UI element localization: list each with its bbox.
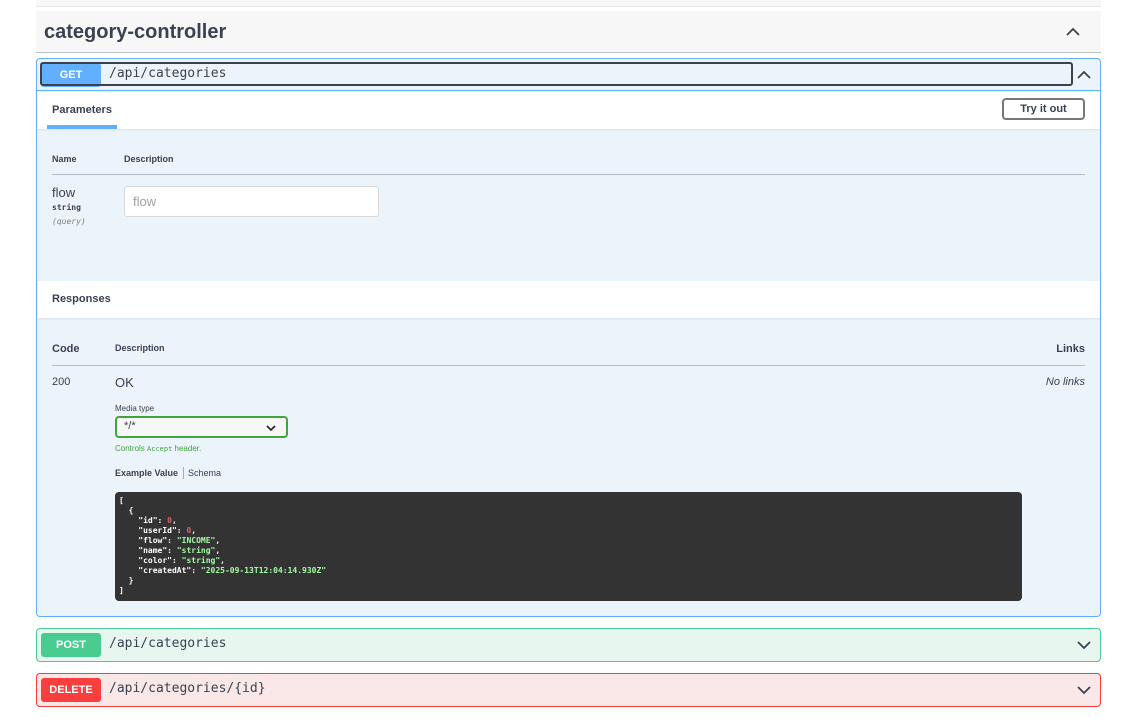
- media-type-select[interactable]: */*: [115, 416, 288, 438]
- responses-header: Responses: [37, 281, 1100, 318]
- parameter-name: flow: [52, 185, 76, 200]
- tab-separator: [183, 467, 184, 479]
- column-header-description: Description: [115, 343, 165, 353]
- response-code: 200: [52, 376, 71, 388]
- response-links: No links: [1045, 376, 1085, 388]
- chevron-up-icon[interactable]: [1074, 65, 1094, 85]
- tab-schema[interactable]: Schema: [188, 468, 221, 478]
- json-field-line: "flow": "INCOME",: [138, 536, 221, 545]
- media-type-value: */*: [124, 420, 136, 432]
- operation-post-categories[interactable]: POST /api/categories: [36, 628, 1101, 662]
- divider: [52, 365, 1085, 366]
- method-badge-post: POST: [41, 633, 101, 657]
- operation-path: /api/categories/{id}: [109, 681, 266, 696]
- responses-title: Responses: [52, 293, 111, 305]
- method-badge-delete: DELETE: [41, 678, 101, 702]
- column-header-code: Code: [52, 343, 80, 355]
- media-type-label: Media type: [115, 404, 155, 413]
- json-field-line: "createdAt": "2025-09-13T12:04:14.930Z": [138, 566, 327, 575]
- response-description: OK: [115, 375, 134, 390]
- tab-active-indicator: [47, 125, 117, 129]
- divider: [52, 174, 1085, 175]
- operation-delete-category[interactable]: DELETE /api/categories/{id}: [36, 673, 1101, 707]
- previous-section-edge: [36, 0, 1101, 7]
- column-header-description: Description: [124, 154, 174, 164]
- example-value-code[interactable]: [ { "id": 0, "userId": 0, "flow": "INCOM…: [115, 492, 1022, 601]
- chevron-down-icon[interactable]: [1074, 680, 1094, 700]
- method-badge-get: GET: [41, 63, 101, 87]
- parameter-location: (query): [52, 217, 86, 226]
- json-field-line: "color": "string",: [138, 556, 225, 565]
- operation-path: /api/categories: [109, 66, 227, 81]
- tab-example-value[interactable]: Example Value: [115, 468, 178, 478]
- tab-parameters[interactable]: Parameters: [52, 104, 112, 116]
- operation-summary-get[interactable]: GET /api/categories: [37, 59, 1100, 91]
- controller-title: category-controller: [44, 21, 227, 43]
- try-it-out-button[interactable]: Try it out: [1002, 98, 1085, 120]
- controller-header[interactable]: category-controller: [36, 11, 1101, 53]
- json-field-line: "name": "string",: [138, 546, 221, 555]
- column-header-name: Name: [52, 154, 77, 164]
- chevron-down-icon: [266, 425, 276, 432]
- operation-get-categories: GET /api/categories Parameters Try it ou…: [36, 58, 1101, 617]
- controls-accept-note: Controls Accept header.: [115, 444, 202, 453]
- chevron-up-icon[interactable]: [1063, 22, 1083, 42]
- parameters-header: Parameters Try it out: [37, 92, 1100, 129]
- chevron-down-icon[interactable]: [1074, 635, 1094, 655]
- flow-input[interactable]: [124, 186, 379, 217]
- json-field-line: "id": 0,: [138, 516, 177, 525]
- column-header-links: Links: [1056, 343, 1085, 355]
- parameter-type: string: [52, 203, 81, 212]
- json-field-line: "userId": 0,: [138, 526, 197, 535]
- operation-path: /api/categories: [109, 636, 227, 651]
